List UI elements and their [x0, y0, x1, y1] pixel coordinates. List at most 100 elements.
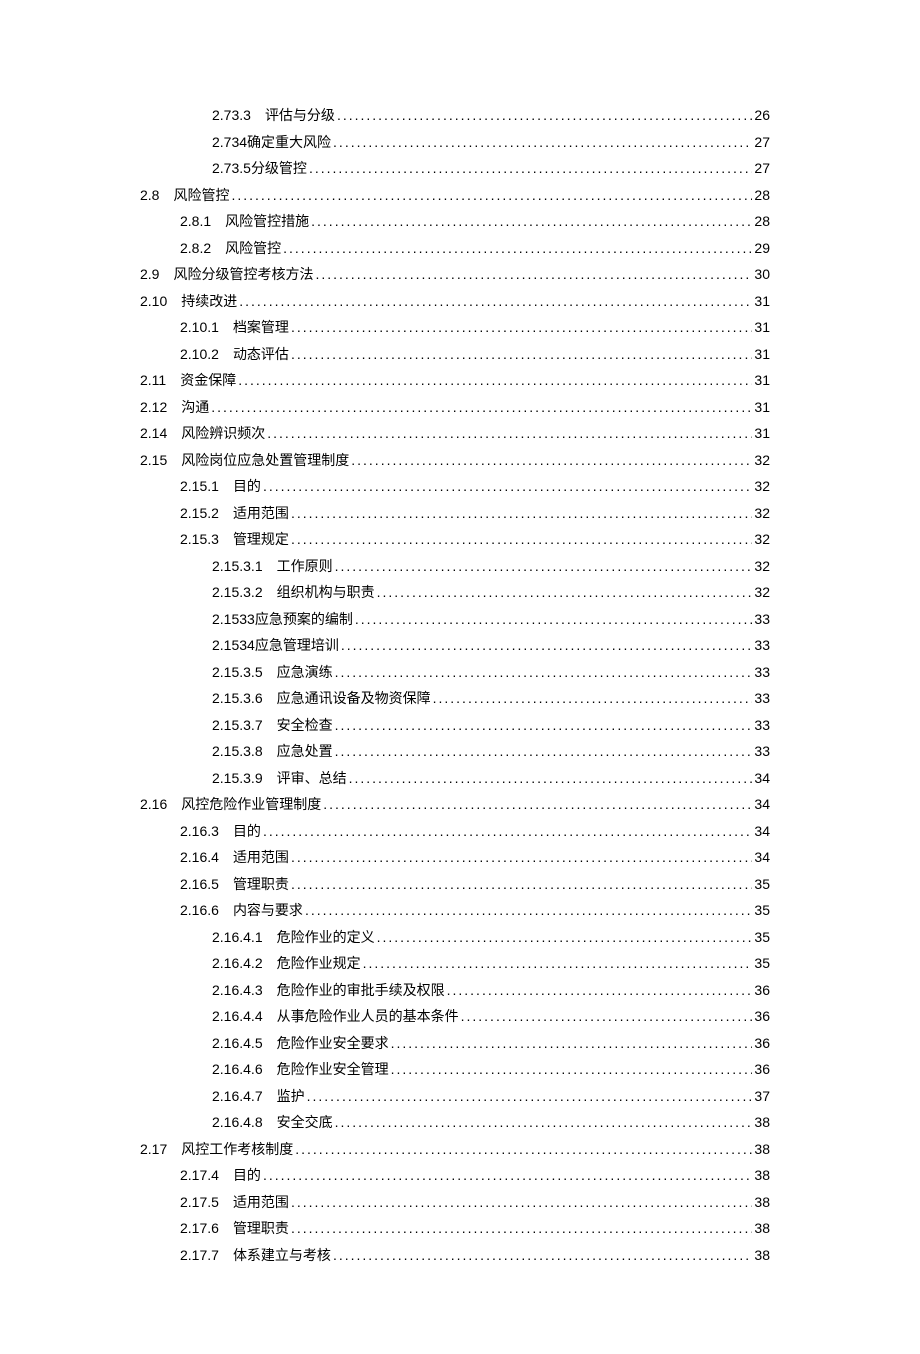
toc-page-number: 33: [754, 691, 770, 705]
toc-title: 管理职责: [233, 879, 289, 893]
toc-number: 2.14: [140, 426, 167, 440]
toc-title: 应急管理培训: [255, 640, 339, 654]
toc-number: 2.15.3.2: [212, 585, 263, 599]
toc-entry: 2.17风控工作考核制度38: [140, 1142, 770, 1158]
toc-page-number: 35: [754, 930, 770, 944]
toc-leader-dots: [391, 1062, 753, 1076]
toc-leader-dots: [335, 718, 753, 732]
toc-entry: 2.15.3.8应急处置33: [140, 744, 770, 760]
toc-number: 2.16.3: [180, 824, 219, 838]
toc-number: 2.16.4.4: [212, 1009, 263, 1023]
toc-leader-dots: [315, 267, 752, 281]
toc-title: 风控工作考核制度: [181, 1144, 293, 1158]
toc-entry: 2.10持续改进31: [140, 294, 770, 310]
toc-leader-dots: [433, 691, 753, 705]
toc-title: 沟通: [181, 402, 209, 416]
toc-entry: 2.16.4.4从事危险作业人员的基本条件36: [140, 1009, 770, 1025]
toc-leader-dots: [291, 877, 752, 891]
toc-title: 风险辨识频次: [181, 428, 265, 442]
toc-title: 危险作业安全要求: [277, 1038, 389, 1052]
toc-entry: 2.17.4目的38: [140, 1168, 770, 1184]
toc-number: 2.9: [140, 267, 159, 281]
toc-entry: 2.10.2动态评估31: [140, 347, 770, 363]
toc-title: 适用范围: [233, 1197, 289, 1211]
toc-title: 体系建立与考核: [233, 1250, 331, 1264]
toc-page-number: 31: [754, 320, 770, 334]
toc-number: 2.16.4: [180, 850, 219, 864]
toc-leader-dots: [333, 1248, 752, 1262]
toc-page-number: 33: [754, 665, 770, 679]
toc-number: 2.17: [140, 1142, 167, 1156]
toc-title: 动态评估: [233, 349, 289, 363]
toc-page-number: 27: [754, 135, 770, 149]
toc-title: 组织机构与职责: [277, 587, 375, 601]
toc-entry: 2.10.1 档案管理 31: [140, 320, 770, 336]
toc-title: 应急预案的编制: [255, 614, 353, 628]
toc-entry: 2.15.3.7安全检查33: [140, 718, 770, 734]
toc-leader-dots: [307, 1089, 753, 1103]
toc-leader-dots: [309, 161, 752, 175]
toc-page-number: 36: [754, 1062, 770, 1076]
toc-entry: 2.16.3目的34: [140, 824, 770, 840]
toc-page-number: 27: [754, 161, 770, 175]
toc-page-number: 33: [754, 612, 770, 626]
toc-title: 危险作业的审批手续及权限: [277, 985, 445, 999]
toc-number: 2.15: [140, 453, 167, 467]
toc-title: 工作原则: [277, 561, 333, 575]
toc-entry: 2.16.4.5危险作业安全要求36: [140, 1036, 770, 1052]
toc-leader-dots: [263, 824, 752, 838]
toc-page-number: 38: [754, 1221, 770, 1235]
toc-page-number: 35: [754, 903, 770, 917]
toc-title: 应急处置: [277, 746, 333, 760]
toc-title: 档案管理: [233, 322, 289, 336]
toc-entry: 2.16.4.3危险作业的审批手续及权限36: [140, 983, 770, 999]
toc-entry: 2.15.3.5应急演练33: [140, 665, 770, 681]
toc-number: 2.15.1: [180, 479, 219, 493]
toc-title: 安全交底: [277, 1117, 333, 1131]
toc-title: 危险作业的定义: [277, 932, 375, 946]
toc-leader-dots: [323, 797, 752, 811]
toc-number: 2.15.3.9: [212, 771, 263, 785]
toc-title: 目的: [233, 826, 261, 840]
toc-title: 适用范围: [233, 508, 289, 522]
toc-number: 2.16.5: [180, 877, 219, 891]
toc-leader-dots: [283, 241, 752, 255]
toc-entry: 2.16.4.7监护37: [140, 1089, 770, 1105]
toc-leader-dots: [335, 559, 753, 573]
toc-leader-dots: [305, 903, 752, 917]
toc-leader-dots: [377, 930, 753, 944]
toc-leader-dots: [355, 612, 753, 626]
toc-leader-dots: [335, 665, 753, 679]
toc-title: 监护: [277, 1091, 305, 1105]
toc-number: 2.10.1: [180, 320, 219, 334]
toc-leader-dots: [291, 532, 752, 546]
toc-entry: 2.73.5 分级管控27: [140, 161, 770, 177]
toc-entry: 2.15.3.1工作原则32: [140, 559, 770, 575]
toc-entry: 2.14风险辨识频次31: [140, 426, 770, 442]
toc-leader-dots: [311, 214, 752, 228]
toc-page-number: 32: [754, 559, 770, 573]
toc-number: 2.15.3.5: [212, 665, 263, 679]
toc-page-number: 32: [754, 506, 770, 520]
toc-page-number: 33: [754, 718, 770, 732]
toc-number: 2.16.4.7: [212, 1089, 263, 1103]
toc-title: 确定重大风险: [247, 137, 331, 151]
toc-number: 2.16.4.2: [212, 956, 263, 970]
toc-page-number: 28: [754, 188, 770, 202]
toc-entry: 2.16.4.1危险作业的定义35: [140, 930, 770, 946]
toc-entry: 2.16.4适用范围34: [140, 850, 770, 866]
toc-number: 2.1533: [212, 612, 255, 626]
toc-page-number: 31: [754, 347, 770, 361]
toc-entry: 2.8.2风险管控29: [140, 241, 770, 257]
toc-entry: 2.15.3.9评审、总结34: [140, 771, 770, 787]
toc-page-number: 34: [754, 771, 770, 785]
toc-title: 评估与分级: [265, 110, 335, 124]
toc-page-number: 32: [754, 479, 770, 493]
toc-page-number: 38: [754, 1195, 770, 1209]
toc-title: 风险管控: [225, 243, 281, 257]
toc-entry: 2.17.5适用范围38: [140, 1195, 770, 1211]
toc-leader-dots: [333, 135, 752, 149]
toc-entry: 2.16.5管理职责35: [140, 877, 770, 893]
toc-title: 安全检查: [277, 720, 333, 734]
toc-number: 2.15.2: [180, 506, 219, 520]
